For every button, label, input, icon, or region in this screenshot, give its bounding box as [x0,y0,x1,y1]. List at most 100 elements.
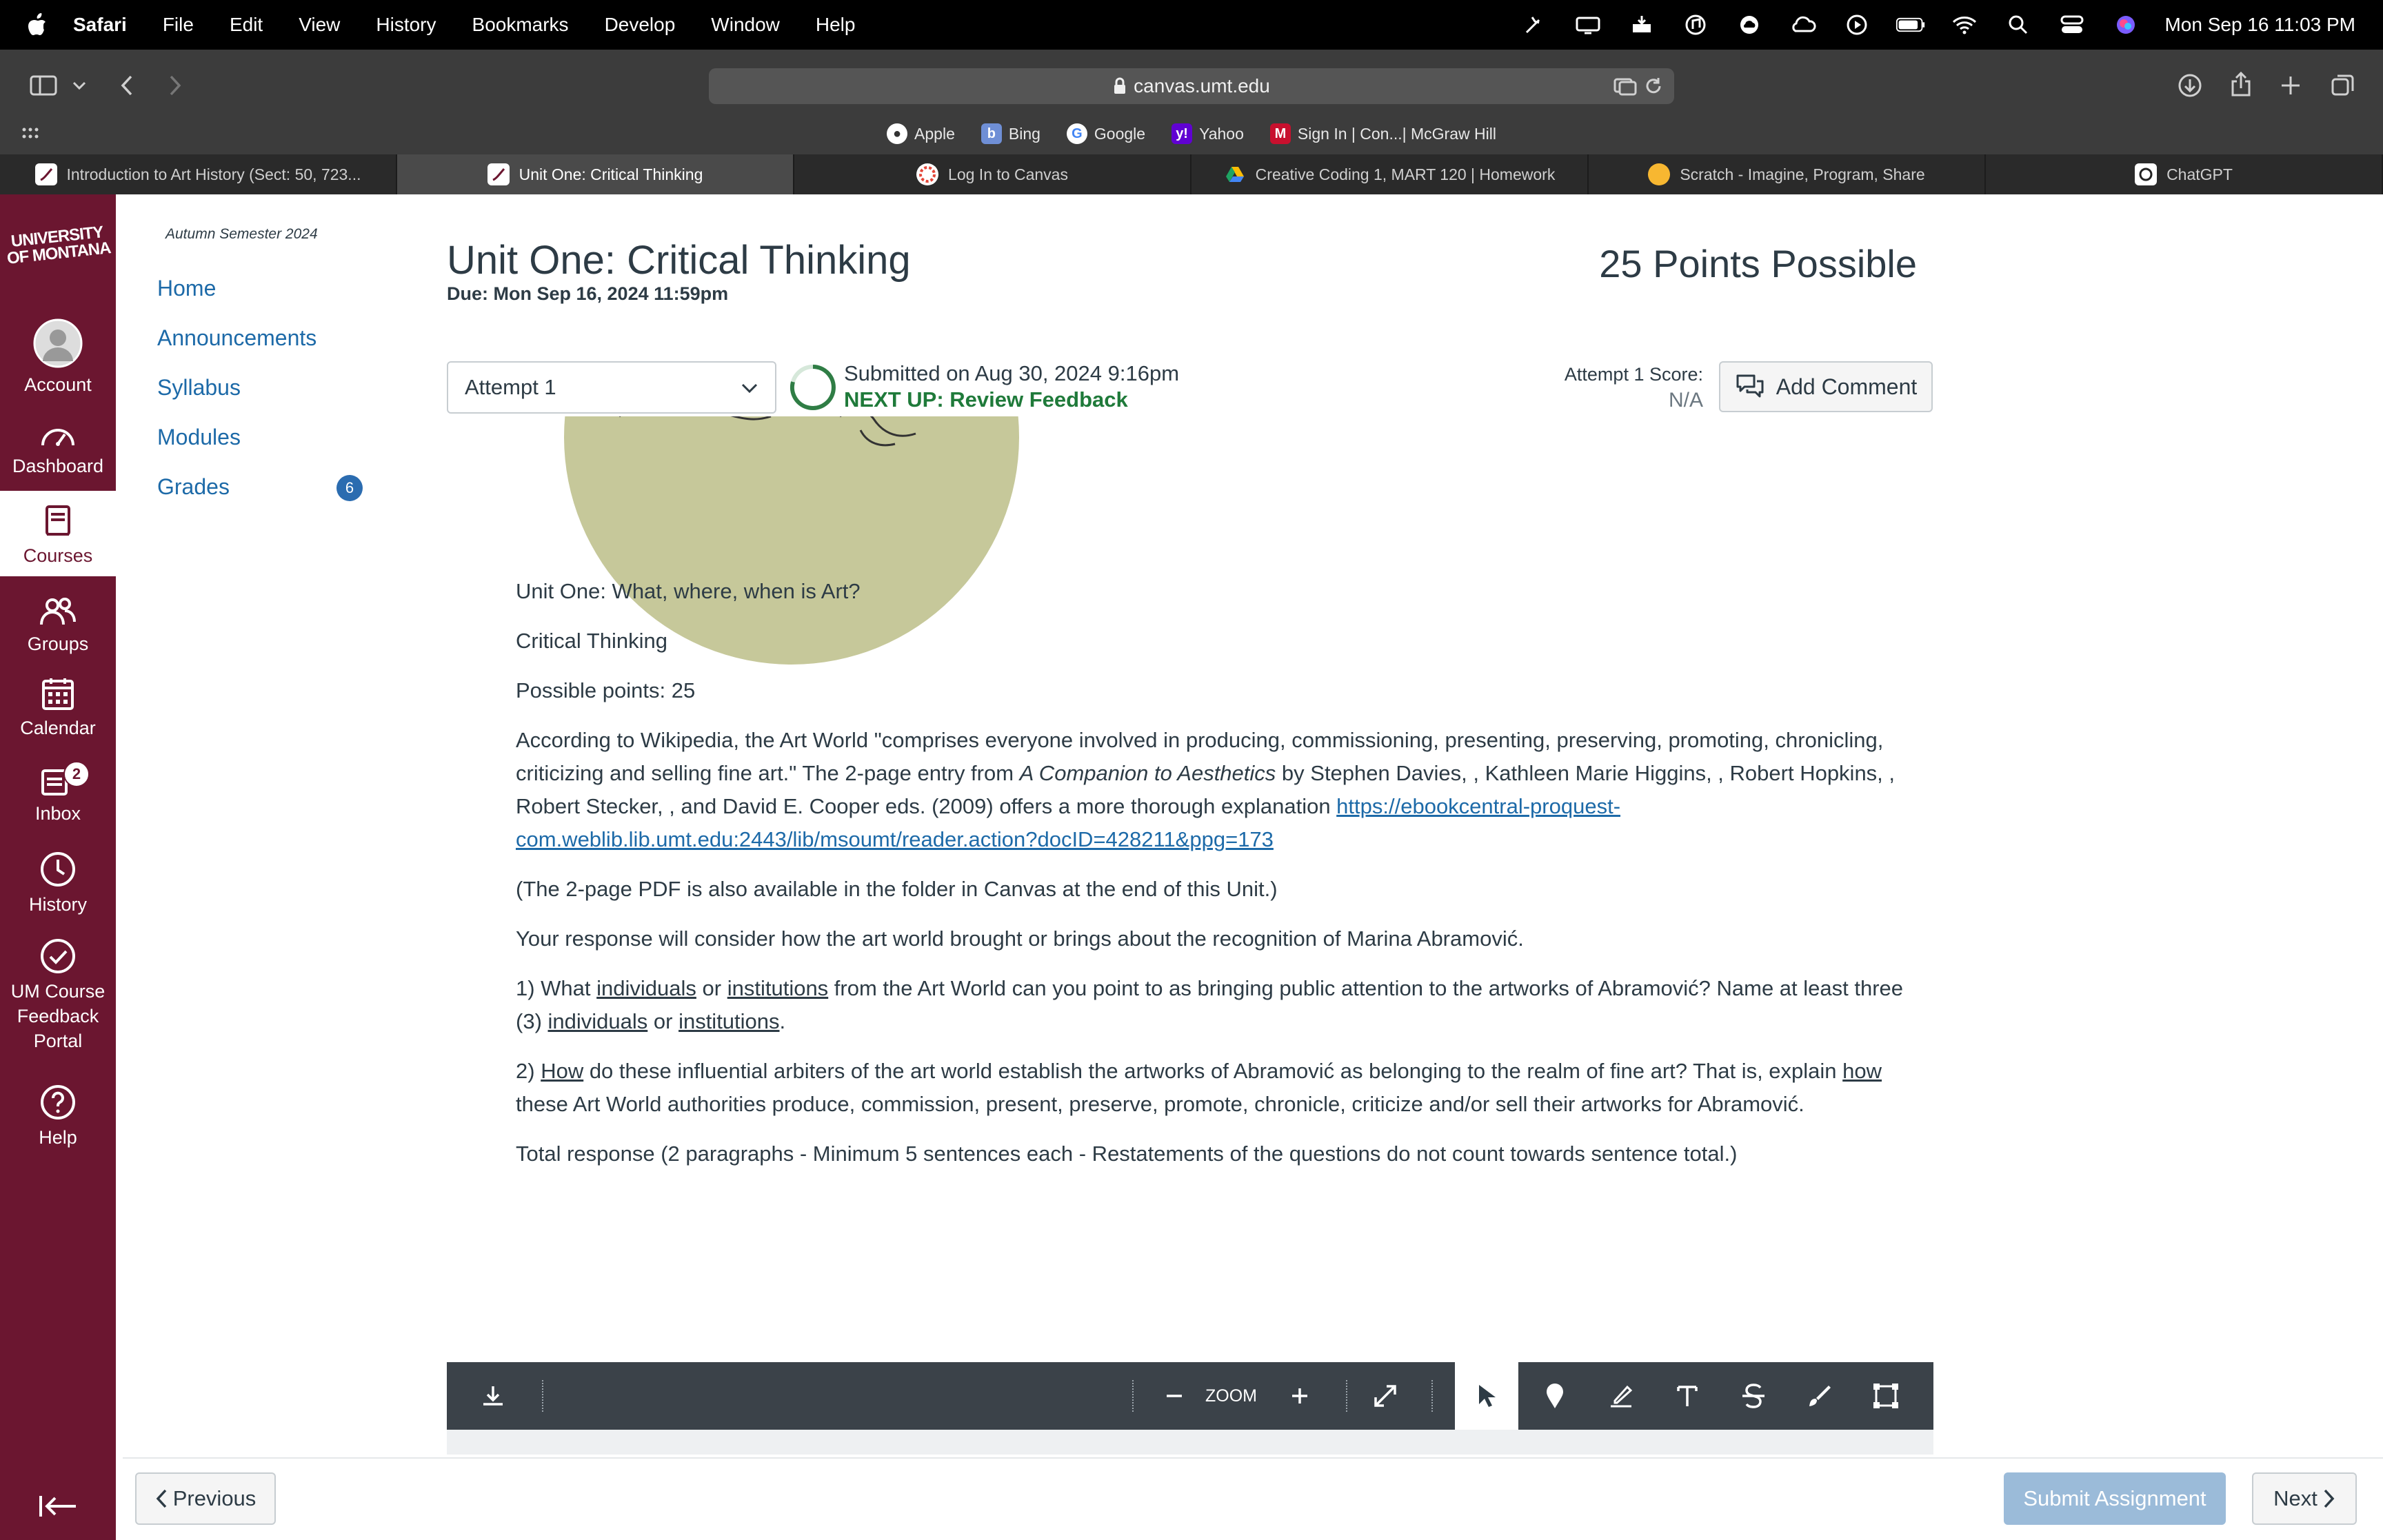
siri-icon[interactable] [2111,12,2141,37]
tab-art-history[interactable]: Introduction to Art History (Sect: 50, 7… [0,154,397,194]
sidebar-toggle-icon[interactable] [26,70,61,101]
bing-favicon-icon: b [981,123,1002,144]
bookmark-google[interactable]: G Google [1066,123,1145,144]
back-icon[interactable] [113,70,141,101]
bookmark-mcgraw-hill[interactable]: M Sign In | Con...| McGraw Hill [1269,123,1496,144]
add-comment-label: Add Comment [1776,374,1918,399]
course-link-grades[interactable]: Grades [157,474,230,500]
menu-edit[interactable]: Edit [230,14,263,36]
course-link-modules[interactable]: Modules [157,425,241,450]
bookmark-label: Bing [1008,124,1040,143]
text-tool-icon[interactable] [1669,1362,1706,1430]
apple-icon[interactable] [26,12,48,37]
text-span: . [779,1009,786,1033]
tab-unit-one[interactable]: Unit One: Critical Thinking [397,154,794,194]
comment-icon [1735,373,1765,401]
music-icon[interactable] [1680,12,1711,37]
canvas-favicon-icon [487,163,510,185]
nav-calendar[interactable]: Calendar [0,677,116,740]
course-link-announcements[interactable]: Announcements [157,325,316,351]
underlined-word: institutions [727,976,829,1000]
menu-app-name[interactable]: Safari [73,14,127,36]
next-button[interactable]: Next [2252,1472,2357,1525]
courses-icon [0,505,116,539]
wifi-icon[interactable] [1949,12,1980,37]
previous-button[interactable]: Previous [135,1472,276,1525]
tab-chatgpt[interactable]: ChatGPT [1986,154,2383,194]
nav-account[interactable]: Account [0,318,116,397]
point-annotation-icon[interactable] [1536,1362,1573,1430]
freehand-draw-icon[interactable] [1801,1362,1838,1430]
menu-view[interactable]: View [299,14,340,36]
global-navigation: UNIVERSITY OF MONTANA Account Dashboard … [0,194,116,1540]
zoom-label: ZOOM [1205,1386,1257,1406]
nav-history[interactable]: History [0,851,116,917]
menu-help[interactable]: Help [816,14,856,36]
attempt-select[interactable]: Attempt 1 [447,361,776,414]
share-icon[interactable] [2226,69,2256,99]
add-comment-button[interactable]: Add Comment [1719,361,1933,412]
submit-assignment-button[interactable]: Submit Assignment [2004,1472,2226,1525]
cloud-icon[interactable] [1734,12,1764,37]
nav-label: Calendar [20,718,96,738]
nav-groups[interactable]: Groups [0,597,116,656]
document-preview[interactable]: Unit One: What, where, when is Art? Crit… [447,416,1933,1362]
google-favicon-icon: G [1066,123,1087,144]
chevron-down-icon[interactable] [69,73,90,98]
feather-icon[interactable] [1519,12,1549,37]
menu-file[interactable]: File [163,14,194,36]
display-icon[interactable] [1573,12,1603,37]
new-tab-icon[interactable] [2275,70,2306,101]
tab-log-in-canvas[interactable]: Log In to Canvas [794,154,1192,194]
creative-cloud-icon[interactable] [1788,12,1818,37]
zoom-out-icon[interactable] [1156,1362,1193,1430]
nav-courses[interactable]: Courses [0,491,116,576]
menu-window[interactable]: Window [711,14,780,36]
download-icon[interactable] [474,1362,512,1430]
next-up-link[interactable]: NEXT UP: Review Feedback [844,387,1128,412]
area-select-icon[interactable] [1867,1362,1904,1430]
nav-um-course-feedback-portal[interactable]: UM Course Feedback Portal [0,938,116,1053]
bookmark-bing[interactable]: b Bing [981,123,1040,144]
canvas-logo-icon [916,163,939,185]
inbox-badge: 2 [63,761,90,787]
spotlight-search-icon[interactable] [2003,12,2033,37]
highlight-icon[interactable] [1602,1362,1640,1430]
apple-favicon-icon: ● [887,123,908,144]
select-pointer-icon[interactable] [1455,1362,1518,1430]
address-bar[interactable]: canvas.umt.edu [709,68,1674,104]
bookmark-yahoo[interactable]: y! Yahoo [1172,123,1244,144]
term-label: Autumn Semester 2024 [165,226,318,242]
battery-icon[interactable] [1896,12,1926,37]
nav-dashboard[interactable]: Dashboard [0,422,116,478]
underlined-word: individuals [547,1009,648,1033]
university-logo[interactable]: UNIVERSITY OF MONTANA [0,223,117,268]
menu-history[interactable]: History [376,14,436,36]
menu-develop[interactable]: Develop [605,14,676,36]
reload-icon[interactable] [1644,77,1663,96]
play-icon[interactable] [1842,12,1872,37]
forward-icon[interactable] [161,70,189,101]
course-link-home[interactable]: Home [157,276,216,301]
course-link-syllabus[interactable]: Syllabus [157,375,241,401]
collapse-nav-icon[interactable] [39,1495,77,1521]
help-icon [0,1084,116,1121]
zoom-in-icon[interactable] [1281,1362,1318,1430]
nav-help[interactable]: Help [0,1084,116,1150]
page-title: Unit One: Critical Thinking [447,238,911,283]
reader-icon[interactable] [1613,77,1637,96]
tab-scratch[interactable]: Scratch - Imagine, Program, Share [1589,154,1986,194]
control-center-icon[interactable] [2057,12,2087,37]
bookmark-label: Apple [914,124,955,143]
menu-clock[interactable]: Mon Sep 16 11:03 PM [2164,14,2355,36]
url-text: canvas.umt.edu [1134,75,1270,97]
tab-creative-coding[interactable]: Creative Coding 1, MART 120 | Homework [1192,154,1589,194]
downloads-icon[interactable] [2175,70,2205,101]
bookmark-apple[interactable]: ● Apple [887,123,955,144]
menu-bookmarks[interactable]: Bookmarks [472,14,569,36]
fullscreen-icon[interactable] [1367,1362,1404,1430]
tab-overview-icon[interactable] [2328,70,2358,101]
drive-icon[interactable] [1627,12,1657,37]
nav-inbox[interactable]: 2 Inbox [0,761,116,826]
strikeout-icon[interactable] [1735,1362,1772,1430]
